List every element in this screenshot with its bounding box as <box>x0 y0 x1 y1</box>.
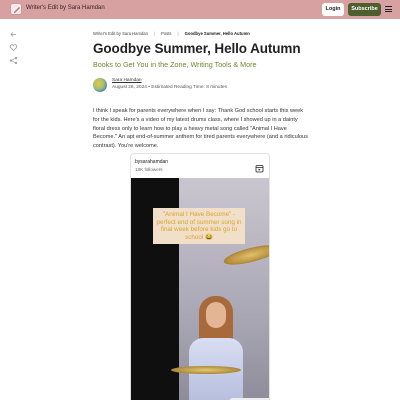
author-name-link[interactable]: Sara Hamdan <box>112 78 142 83</box>
subscribe-button[interactable]: Subscribe <box>348 3 381 16</box>
cymbal-graphic <box>171 366 241 374</box>
breadcrumb-separator: | <box>177 31 179 36</box>
login-button[interactable]: Login <box>322 3 344 16</box>
video-caption: "Animal I Have Become" - perfect end of … <box>153 208 245 244</box>
post-meta: August 26, 2024 • Estimated Reading Time… <box>112 85 228 90</box>
breadcrumb: Writer's Edit by Sara Hamdan | Posts | Goodb… <box>93 31 250 36</box>
embedded-video-post[interactable]: bysarahamdan 18K followers "Animal I Hav… <box>130 153 270 400</box>
breadcrumb-item-current: Goodbye Summer, Hello Autumn <box>184 31 250 36</box>
top-bar: Writer's Edit by Sara Hamdan Login Subsc… <box>0 0 400 19</box>
breadcrumb-separator: | <box>153 31 156 36</box>
post-subtitle: Books to Get You in the Zone, Writing To… <box>93 60 257 69</box>
heart-icon[interactable] <box>9 43 18 52</box>
post-title: Goodbye Summer, Hello Autumn <box>93 41 301 56</box>
share-icon[interactable] <box>9 56 18 65</box>
site-title[interactable]: Writer's Edit by Sara Hamdan <box>26 5 105 11</box>
drummer-face-graphic <box>206 302 226 328</box>
site-logo-icon[interactable] <box>10 3 22 15</box>
embed-followers: 18K followers <box>135 167 163 172</box>
embed-username[interactable]: bysarahamdan <box>135 159 168 165</box>
author-avatar[interactable] <box>93 78 107 92</box>
breadcrumb-item-site[interactable]: Writer's Edit by Sara Hamdan <box>93 31 148 36</box>
video-platform-icon[interactable] <box>255 160 264 173</box>
menu-icon[interactable] <box>385 6 392 12</box>
back-arrow-icon[interactable] <box>9 30 18 39</box>
breadcrumb-item-posts[interactable]: Posts <box>161 31 171 36</box>
post-paragraph: I think I speak for parents everywhere w… <box>93 108 308 150</box>
video-frame[interactable]: "Animal I Have Become" - perfect end of … <box>131 178 269 400</box>
